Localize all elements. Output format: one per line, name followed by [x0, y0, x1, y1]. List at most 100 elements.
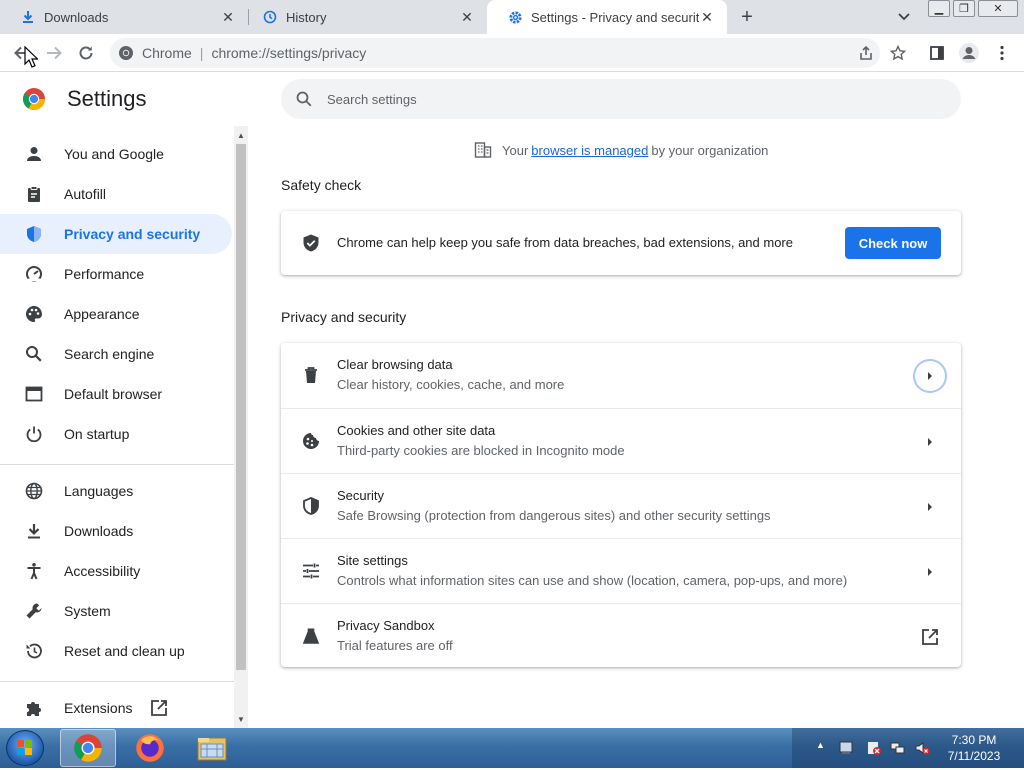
chevron-right-icon[interactable]	[913, 425, 947, 459]
nav-divider	[0, 681, 234, 682]
settings-header: Settings	[0, 72, 1024, 126]
url-separator: |	[199, 45, 204, 61]
reload-button[interactable]	[74, 41, 98, 65]
tab-search-button[interactable]	[894, 8, 914, 26]
palette-icon	[24, 304, 44, 324]
taskbar-chrome[interactable]	[60, 729, 116, 767]
address-bar[interactable]: Chrome | chrome://settings/privacy	[110, 38, 880, 68]
clear-browsing-data-row[interactable]: Clear browsing data Clear history, cooki…	[281, 343, 961, 408]
taskbar-clock[interactable]: 7:30 PM 7/11/2023	[934, 732, 1014, 764]
side-panel-button[interactable]	[925, 41, 949, 65]
download-icon	[24, 521, 44, 541]
volume-muted-icon[interactable]	[914, 740, 930, 756]
search-icon	[296, 91, 312, 107]
side-panel-icon	[930, 46, 944, 60]
row-title: Clear browsing data	[337, 357, 453, 372]
privacy-sandbox-row[interactable]: Privacy Sandbox Trial features are off	[281, 603, 961, 668]
sidebar-item-reset-and-clean-up[interactable]: Reset and clean up	[0, 631, 232, 671]
network-icon[interactable]	[890, 740, 906, 756]
cookies-row[interactable]: Cookies and other site data Third-party …	[281, 408, 961, 473]
profile-button[interactable]	[957, 41, 981, 65]
sidebar-item-languages[interactable]: Languages	[0, 471, 232, 511]
tune-icon	[301, 561, 321, 581]
close-icon[interactable]: ✕	[220, 9, 236, 25]
page-title: Settings	[67, 86, 147, 111]
download-icon	[20, 9, 36, 25]
sidebar-item-performance[interactable]: Performance	[0, 254, 232, 294]
sidebar-item-accessibility[interactable]: Accessibility	[0, 551, 232, 591]
show-hidden-icons-icon[interactable]: ▲	[816, 740, 825, 750]
sidebar: You and Google Autofill Privacy and secu…	[0, 126, 248, 728]
sidebar-item-search-engine[interactable]: Search engine	[0, 334, 232, 374]
taskbar-file-explorer[interactable]	[184, 729, 240, 767]
tab-downloads[interactable]: Downloads ✕	[0, 0, 248, 34]
check-now-button[interactable]: Check now	[845, 227, 941, 259]
new-tab-button[interactable]: +	[736, 6, 758, 28]
safety-check-heading: Safety check	[281, 177, 362, 193]
url-text: chrome://settings/privacy	[211, 45, 367, 61]
minimize-button[interactable]: ▁	[928, 0, 950, 17]
history-icon	[262, 9, 278, 25]
tab-strip: Downloads ✕ History ✕ Settings - Privacy…	[0, 0, 1024, 34]
person-icon	[24, 144, 44, 164]
close-icon[interactable]: ✕	[459, 9, 475, 25]
sidebar-item-label: Accessibility	[64, 563, 141, 579]
chevron-right-icon[interactable]	[913, 490, 947, 524]
privacy-section-heading: Privacy and security	[281, 309, 407, 325]
tab-history[interactable]: History ✕	[242, 0, 487, 34]
accessibility-icon	[24, 561, 44, 581]
close-window-button[interactable]: ✕	[978, 0, 1018, 17]
network-monitor-icon[interactable]	[838, 740, 854, 756]
sidebar-item-label: Extensions	[64, 700, 133, 716]
gear-icon	[507, 9, 523, 25]
forward-button[interactable]	[42, 41, 66, 65]
menu-button[interactable]	[990, 41, 1014, 65]
shield-icon	[301, 496, 321, 516]
row-subtitle: Clear history, cookies, cache, and more	[337, 377, 565, 392]
mouse-cursor-icon	[24, 46, 38, 68]
search-settings[interactable]	[281, 79, 961, 119]
safety-check-description: Chrome can help keep you safe from data …	[337, 235, 793, 250]
browser-managed-link[interactable]: browser is managed	[531, 143, 648, 158]
sidebar-item-on-startup[interactable]: On startup	[0, 414, 232, 454]
browser-window-icon	[24, 384, 44, 404]
close-icon[interactable]: ✕	[699, 9, 715, 25]
row-subtitle: Controls what information sites can use …	[337, 573, 848, 588]
search-input[interactable]	[327, 91, 927, 107]
security-row[interactable]: Security Safe Browsing (protection from …	[281, 473, 961, 538]
building-icon	[474, 142, 492, 158]
toolbar: Chrome | chrome://settings/privacy	[0, 34, 1024, 72]
taskbar-firefox[interactable]	[122, 729, 178, 767]
sidebar-item-downloads[interactable]: Downloads	[0, 511, 232, 551]
sidebar-item-label: Appearance	[64, 306, 140, 322]
scroll-down-arrow[interactable]: ▼	[234, 712, 248, 726]
tab-settings[interactable]: Settings - Privacy and security ✕	[487, 0, 727, 34]
taskbar: ▲ 7:30 PM 7/11/2023	[0, 728, 1024, 768]
sidebar-item-autofill[interactable]: Autofill	[0, 174, 232, 214]
scroll-up-arrow[interactable]: ▲	[234, 128, 248, 142]
action-center-icon[interactable]	[866, 740, 882, 756]
restore-icon	[24, 641, 44, 661]
sidebar-item-system[interactable]: System	[0, 591, 232, 631]
star-icon	[890, 45, 906, 61]
start-button[interactable]	[6, 730, 44, 766]
nav-divider	[0, 464, 234, 465]
sidebar-item-appearance[interactable]: Appearance	[0, 294, 232, 334]
sidebar-item-you-and-google[interactable]: You and Google	[0, 134, 232, 174]
share-button[interactable]	[854, 41, 878, 65]
sidebar-item-extensions[interactable]: Extensions	[0, 688, 232, 728]
sidebar-item-default-browser[interactable]: Default browser	[0, 374, 232, 414]
sidebar-item-label: Reset and clean up	[64, 643, 185, 659]
trash-icon	[301, 365, 321, 385]
scrollbar-thumb[interactable]	[236, 144, 246, 670]
chevron-right-icon[interactable]	[913, 359, 947, 393]
open-in-new-icon[interactable]	[913, 620, 947, 654]
chevron-right-icon[interactable]	[913, 555, 947, 589]
site-settings-row[interactable]: Site settings Controls what information …	[281, 538, 961, 603]
bookmark-button[interactable]	[886, 41, 910, 65]
managed-notice: Your browser is managed by your organiza…	[474, 140, 768, 160]
share-icon	[860, 45, 872, 60]
restore-button[interactable]: ❐	[953, 0, 975, 17]
clock-date: 7/11/2023	[947, 749, 1001, 763]
sidebar-item-privacy-and-security[interactable]: Privacy and security	[0, 214, 232, 254]
